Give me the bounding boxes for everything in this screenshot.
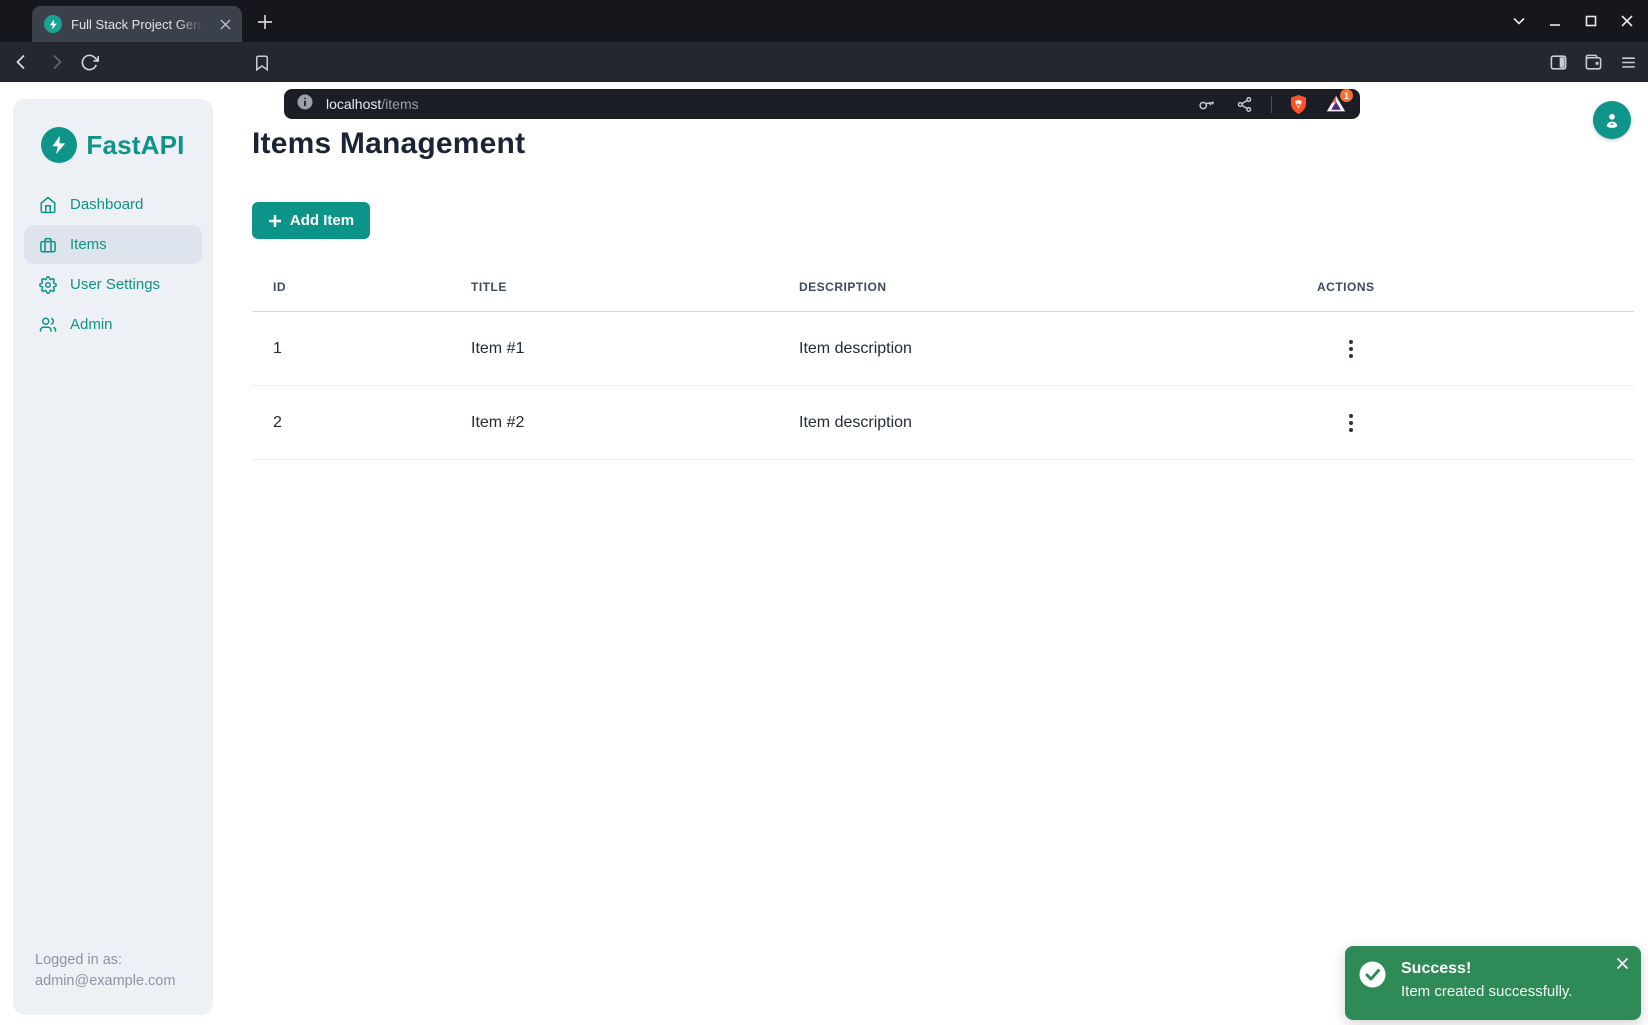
fastapi-favicon-icon bbox=[44, 15, 62, 33]
sidebar-toggle-icon[interactable] bbox=[1547, 51, 1570, 74]
browser-window: Full Stack Project Generator bbox=[0, 0, 1648, 1025]
window-controls bbox=[1510, 0, 1648, 42]
fastapi-bolt-icon bbox=[41, 127, 77, 163]
user-icon bbox=[1602, 110, 1622, 130]
cell-description: Item description bbox=[778, 340, 1296, 358]
back-icon[interactable] bbox=[10, 51, 33, 74]
minimize-icon[interactable] bbox=[1546, 12, 1564, 30]
main-content: Items Management Add Item ID TITLE DESCR… bbox=[213, 82, 1648, 1025]
col-header-id: ID bbox=[252, 280, 450, 294]
toast-close-icon[interactable] bbox=[1613, 954, 1631, 972]
forward-icon[interactable] bbox=[44, 51, 67, 74]
cell-id: 1 bbox=[252, 340, 450, 358]
sidebar-item-items[interactable]: Items bbox=[24, 225, 202, 264]
sidebar-item-admin[interactable]: Admin bbox=[24, 305, 202, 344]
cell-title: Item #2 bbox=[450, 414, 778, 432]
briefcase-icon bbox=[39, 236, 57, 254]
toast-message: Item created successfully. bbox=[1401, 980, 1572, 1004]
row-actions-kebab-icon[interactable] bbox=[1338, 410, 1364, 436]
cell-description: Item description bbox=[778, 414, 1296, 432]
sidebar-item-label: Admin bbox=[70, 316, 113, 333]
toast-title: Success! bbox=[1401, 958, 1572, 980]
maximize-icon[interactable] bbox=[1582, 12, 1600, 30]
logged-in-label: Logged in as: bbox=[35, 950, 203, 971]
page-title: Items Management bbox=[252, 126, 1648, 162]
table-row: 1 Item #1 Item description bbox=[252, 312, 1634, 386]
gear-icon bbox=[39, 276, 57, 294]
sidebar-item-label: Items bbox=[70, 236, 107, 253]
logged-in-email: admin@example.com bbox=[35, 971, 203, 992]
tab-strip: Full Stack Project Generator bbox=[0, 0, 1648, 42]
browser-toolbar: localhost/items 1 bbox=[0, 42, 1648, 82]
cell-id: 2 bbox=[252, 414, 450, 432]
plus-icon bbox=[268, 214, 282, 228]
close-window-icon[interactable] bbox=[1618, 12, 1636, 30]
sidebar-item-user-settings[interactable]: User Settings bbox=[24, 265, 202, 304]
items-table: ID TITLE DESCRIPTION ACTIONS 1 Item #1 I… bbox=[252, 262, 1634, 460]
tab-close-icon[interactable] bbox=[216, 15, 234, 33]
bookmark-icon[interactable] bbox=[250, 51, 273, 74]
col-header-description: DESCRIPTION bbox=[778, 280, 1296, 294]
sidebar-item-label: User Settings bbox=[70, 276, 160, 293]
tab-search-icon[interactable] bbox=[1510, 12, 1528, 30]
sidebar-item-dashboard[interactable]: Dashboard bbox=[24, 185, 202, 224]
col-header-title: TITLE bbox=[450, 280, 778, 294]
add-item-label: Add Item bbox=[290, 212, 354, 229]
table-row: 2 Item #2 Item description bbox=[252, 386, 1634, 460]
home-icon bbox=[39, 196, 57, 214]
sidebar-nav: Dashboard Items User Settings Admin bbox=[13, 185, 213, 344]
menu-icon[interactable] bbox=[1617, 51, 1640, 74]
wallet-icon[interactable] bbox=[1582, 51, 1605, 74]
reload-icon[interactable] bbox=[78, 51, 101, 74]
logged-in-info: Logged in as: admin@example.com bbox=[35, 950, 203, 992]
check-circle-icon bbox=[1359, 961, 1386, 1008]
new-tab-icon[interactable] bbox=[256, 13, 274, 31]
app-logo: FastAPI bbox=[13, 127, 213, 163]
user-avatar-button[interactable] bbox=[1593, 101, 1631, 139]
table-header-row: ID TITLE DESCRIPTION ACTIONS bbox=[252, 262, 1634, 312]
app-sidebar: FastAPI Dashboard Items User Settings Ad… bbox=[13, 99, 213, 1015]
users-icon bbox=[39, 316, 57, 334]
browser-tab[interactable]: Full Stack Project Generator bbox=[32, 6, 242, 42]
success-toast: Success! Item created successfully. bbox=[1345, 946, 1641, 1020]
row-actions-kebab-icon[interactable] bbox=[1338, 336, 1364, 362]
cell-title: Item #1 bbox=[450, 340, 778, 358]
add-item-button[interactable]: Add Item bbox=[252, 202, 370, 239]
col-header-actions: ACTIONS bbox=[1296, 280, 1634, 294]
logo-text: FastAPI bbox=[86, 130, 184, 161]
tab-title: Full Stack Project Generator bbox=[71, 17, 207, 32]
sidebar-item-label: Dashboard bbox=[70, 196, 143, 213]
